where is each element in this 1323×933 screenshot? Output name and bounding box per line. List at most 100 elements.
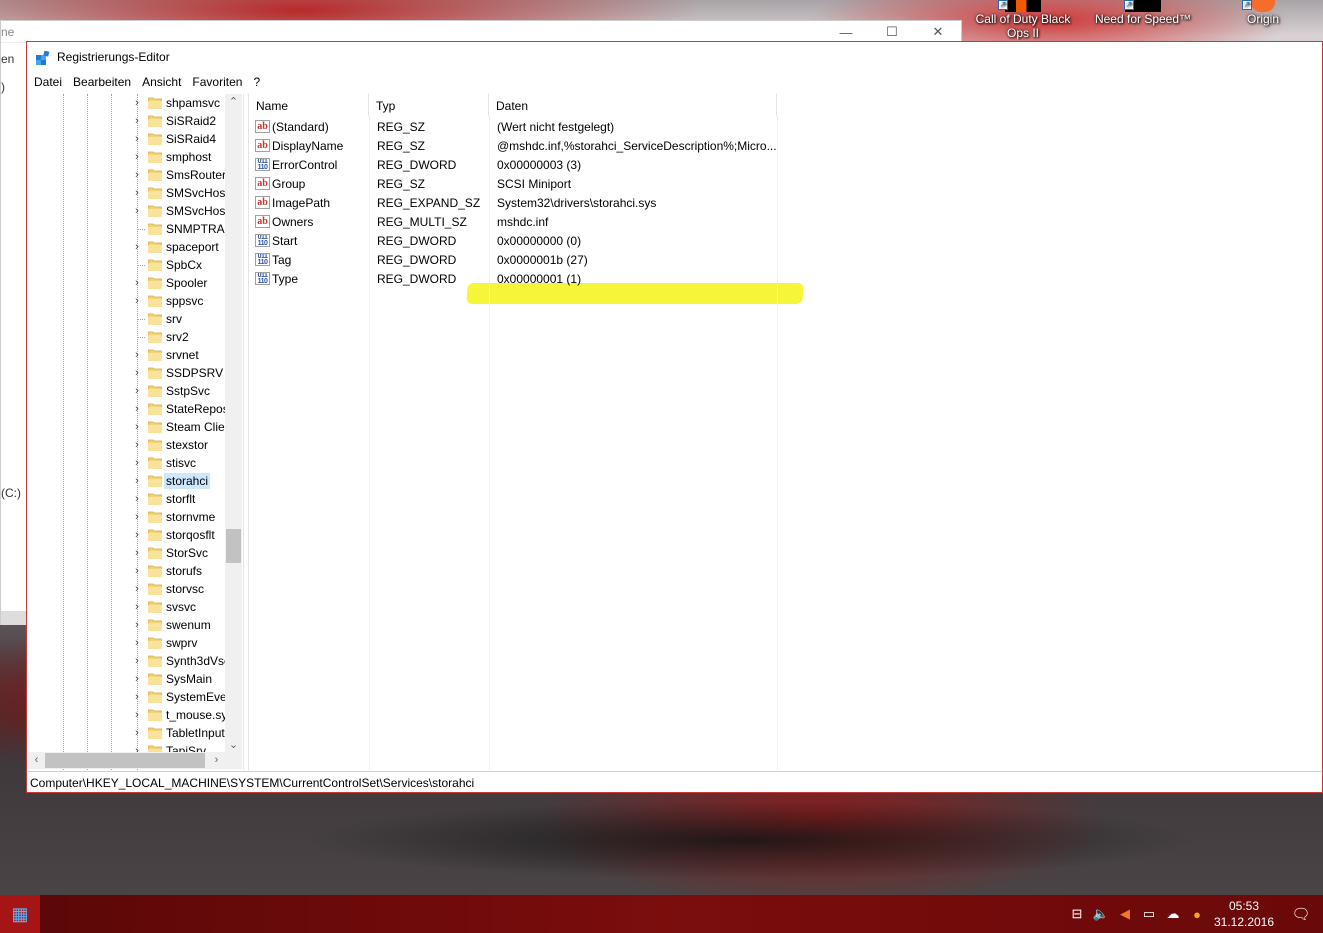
menu-bearbeiten[interactable]: Bearbeiten [68,72,137,94]
usb-icon[interactable]: ⊟ [1065,906,1089,922]
column-header-name[interactable]: Name [249,94,369,116]
scroll-up-arrow-icon[interactable]: ⌃ [225,94,242,111]
minimize-button[interactable]: — [823,21,869,43]
tree-item[interactable]: › SmsRouter [28,166,228,184]
tree-item[interactable]: › SstpSvc [28,382,228,400]
chevron-right-icon[interactable]: › [132,276,142,290]
registry-value-row[interactable]: ab Owners REG_MULTI_SZ mshdc.inf [249,213,779,232]
registry-editor-window[interactable]: Registrierungs-Editor Datei Bearbeiten A… [26,41,1323,793]
chevron-right-icon[interactable]: › [132,186,142,200]
menu-datei[interactable]: Datei [29,72,68,94]
clock[interactable]: 05:53 31.12.2016 [1209,898,1279,930]
chevron-right-icon[interactable]: › [132,420,142,434]
chevron-right-icon[interactable]: › [132,510,142,524]
notification-center-icon[interactable]: 🗨 [1279,905,1323,923]
tree-item[interactable]: › t_mouse.sys [28,706,228,724]
tree-item[interactable]: › storufs [28,562,228,580]
close-button[interactable]: ✕ [915,21,961,43]
registry-value-row[interactable]: ab (Standard) REG_SZ (Wert nicht festgelegt… [249,118,779,137]
tree-item[interactable]: › swenum [28,616,228,634]
chevron-right-icon[interactable]: › [132,204,142,218]
volume-icon[interactable]: 🔈 [1089,906,1113,922]
tree-item[interactable]: › SMSvcHost [28,184,228,202]
chevron-right-icon[interactable]: › [132,348,142,362]
registry-value-row[interactable]: 011 110 Tag REG_DWORD 0x0000001b (27) [249,251,779,270]
tree-item[interactable]: › StorSvc [28,544,228,562]
tree-item[interactable]: › stisvc [28,454,228,472]
scroll-left-arrow-icon[interactable]: ‹ [28,752,45,769]
chevron-right-icon[interactable]: › [132,168,142,182]
tree-item[interactable]: SNMPTRAP [28,220,228,238]
chevron-right-icon[interactable]: › [132,582,142,596]
chevron-right-icon[interactable]: › [132,474,142,488]
start-button[interactable]: ▦ [0,895,40,933]
column-header-type[interactable]: Typ [369,94,489,116]
tree-item[interactable]: › SSDPSRV [28,364,228,382]
tree-item[interactable]: › stornvme [28,508,228,526]
chevron-right-icon[interactable]: › [132,384,142,398]
tree-item[interactable]: › TabletInputService [28,724,228,742]
chevron-right-icon[interactable]: › [132,600,142,614]
chevron-right-icon[interactable]: › [132,546,142,560]
key-tree[interactable]: › shpamsvc › SiSRaid2 › SiSRaid4 › smphost › SmsR… [28,94,244,770]
scroll-thumb[interactable] [226,529,241,563]
tree-item[interactable]: › storflt [28,490,228,508]
chevron-right-icon[interactable]: › [132,114,142,128]
registry-value-row[interactable]: ab DisplayName REG_SZ @mshdc.inf,%storahci_… [249,137,779,156]
tree-item[interactable]: › srvnet [28,346,228,364]
network-icon[interactable]: ▭ [1137,906,1161,922]
tree-item[interactable]: › storahci [28,472,228,490]
chevron-right-icon[interactable]: › [132,402,142,416]
tree-item[interactable]: › svsvc [28,598,228,616]
tree-item[interactable]: › smphost [28,148,228,166]
background-window-scrollbar[interactable] [1,611,27,625]
tree-item[interactable]: › Steam Client Service [28,418,228,436]
tree-item[interactable]: › Spooler [28,274,228,292]
chevron-right-icon[interactable]: › [132,294,142,308]
chevron-right-icon[interactable]: › [132,690,142,704]
tree-item[interactable]: › SystemEventsBroker [28,688,228,706]
chevron-right-icon[interactable]: › [132,708,142,722]
chevron-right-icon[interactable]: › [132,438,142,452]
origin-tray-icon[interactable]: ● [1185,907,1209,922]
scroll-right-arrow-icon[interactable]: › [208,752,225,769]
chevron-right-icon[interactable]: › [132,96,142,110]
chevron-right-icon[interactable]: › [132,132,142,146]
menu-favoriten[interactable]: Favoriten [187,72,248,94]
desktop-icon-origin[interactable]: ↗ Origin [1230,0,1296,26]
registry-value-row[interactable]: 011 110 ErrorControl REG_DWORD 0x00000003 (… [249,156,779,175]
chevron-right-icon[interactable]: › [132,456,142,470]
tree-item[interactable]: srv [28,310,228,328]
tree-item[interactable]: › swprv [28,634,228,652]
tree-vertical-scrollbar[interactable]: ⌃ ⌄ [225,94,242,754]
chevron-right-icon[interactable]: › [132,528,142,542]
chevron-right-icon[interactable]: › [132,366,142,380]
titlebar[interactable]: Registrierungs-Editor [27,42,1322,72]
chevron-right-icon[interactable]: › [132,672,142,686]
speaker-muted-icon[interactable]: ◀ [1113,906,1137,922]
tree-item[interactable]: › spaceport [28,238,228,256]
chevron-right-icon[interactable]: › [132,654,142,668]
tree-item[interactable]: › shpamsvc [28,94,228,112]
tree-item[interactable]: › storqosflt [28,526,228,544]
tree-item[interactable]: › SMSvcHost [28,202,228,220]
chevron-right-icon[interactable]: › [132,564,142,578]
tree-item[interactable]: › sppsvc [28,292,228,310]
onedrive-icon[interactable]: ☁ [1161,906,1185,922]
tree-item[interactable]: › SysMain [28,670,228,688]
chevron-right-icon[interactable]: › [132,150,142,164]
menu-ansicht[interactable]: Ansicht [137,72,187,94]
registry-value-row[interactable]: 011 110 Start REG_DWORD 0x00000000 (0) [249,232,779,251]
registry-value-row[interactable]: ab Group REG_SZ SCSI Miniport [249,175,779,194]
value-list[interactable]: Name Typ Daten ab (Standard) REG_SZ (Wert n… [248,94,1322,770]
background-window-drive-label[interactable]: (C:) [1,486,21,500]
tree-horizontal-scrollbar[interactable]: ‹ › [28,752,242,769]
tree-item[interactable]: › stexstor [28,436,228,454]
maximize-button[interactable]: ☐ [869,21,915,43]
tree-item[interactable]: srv2 [28,328,228,346]
desktop-icon-call-of-duty[interactable]: ↗ Call of Duty Black Ops II [970,0,1076,40]
tree-item[interactable]: › SiSRaid4 [28,130,228,148]
scroll-thumb[interactable] [45,753,205,768]
desktop-icon-need-for-speed[interactable]: ↗ Need for Speed™ [1090,0,1196,26]
chevron-right-icon[interactable]: › [132,618,142,632]
